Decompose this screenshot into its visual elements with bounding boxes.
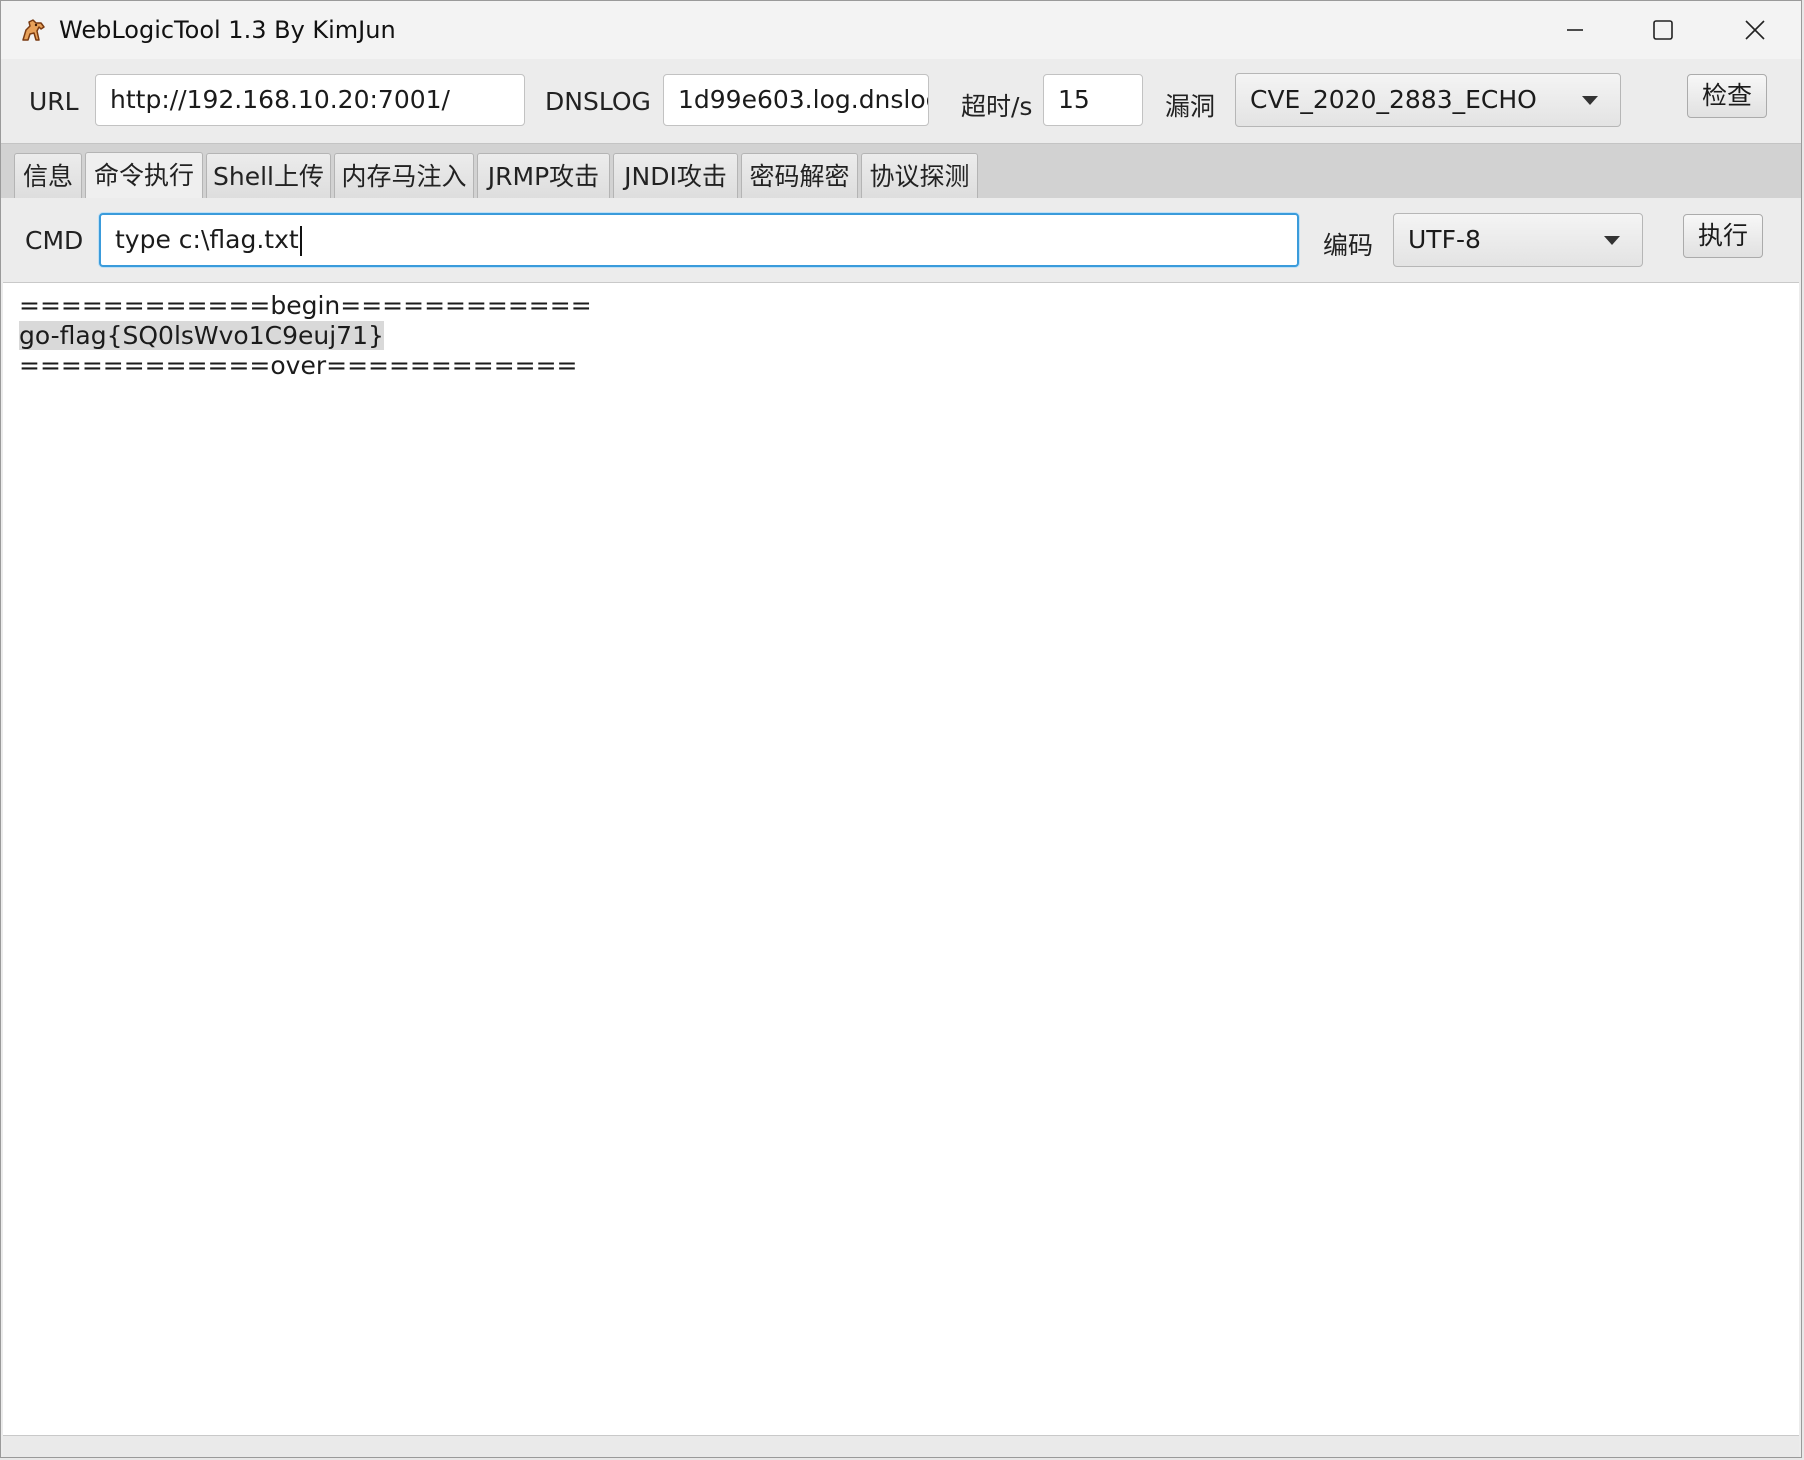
output-line-flag: go-flag{SQ0lsWvo1C9euj71} xyxy=(19,321,384,350)
tab-protocol-probe[interactable]: 协议探测 xyxy=(861,153,978,199)
url-input[interactable]: http://192.168.10.20:7001/ xyxy=(95,74,525,126)
vuln-select[interactable]: CVE_2020_2883_ECHO xyxy=(1235,73,1621,127)
horizontal-scrollbar[interactable] xyxy=(3,1435,1799,1457)
horse-app-icon xyxy=(22,19,45,41)
app-window: WebLogicTool 1.3 By KimJun URL http://19… xyxy=(0,0,1802,1458)
cmd-label: CMD xyxy=(25,226,84,255)
tab-jrmp-attack[interactable]: JRMP攻击 xyxy=(477,153,610,199)
execute-button[interactable]: 执行 xyxy=(1683,214,1763,258)
output-line-over: ============over============ xyxy=(19,351,578,380)
close-button[interactable] xyxy=(1709,1,1801,59)
chevron-down-icon xyxy=(1582,96,1598,105)
target-toolbar: URL http://192.168.10.20:7001/ DNSLOG 1d… xyxy=(1,59,1801,143)
tab-strip: 信息 命令执行 Shell上传 内存马注入 JRMP攻击 JNDI攻击 密码解密… xyxy=(1,143,1801,200)
output-textarea[interactable]: ============begin============ go-flag{SQ… xyxy=(3,282,1799,1436)
cmd-input[interactable]: type c:\flag.txt xyxy=(99,213,1299,267)
close-icon xyxy=(1745,20,1765,40)
url-label: URL xyxy=(29,87,79,116)
tab-info[interactable]: 信息 xyxy=(14,153,82,199)
dnslog-input[interactable]: 1d99e603.log.dnslog xyxy=(663,74,929,126)
maximize-button[interactable] xyxy=(1617,1,1709,59)
timeout-label: 超时/s xyxy=(961,92,1033,121)
dnslog-label: DNSLOG xyxy=(545,87,651,116)
output-line-begin: ============begin============ xyxy=(19,291,592,320)
vuln-label: 漏洞 xyxy=(1165,92,1216,121)
tab-shell-upload[interactable]: Shell上传 xyxy=(206,153,331,199)
minimize-button[interactable] xyxy=(1529,1,1621,59)
encoding-label: 编码 xyxy=(1323,231,1374,260)
tab-jndi-attack[interactable]: JNDI攻击 xyxy=(613,153,738,199)
tab-memshell-inject[interactable]: 内存马注入 xyxy=(334,153,474,199)
window-title: WebLogicTool 1.3 By KimJun xyxy=(59,16,396,44)
text-cursor xyxy=(299,226,302,256)
chevron-down-icon xyxy=(1604,236,1620,245)
check-button[interactable]: 检查 xyxy=(1687,74,1767,118)
minimize-icon xyxy=(1567,29,1583,31)
encoding-select[interactable]: UTF-8 xyxy=(1393,213,1643,267)
tab-command-exec[interactable]: 命令执行 xyxy=(85,152,203,200)
cmd-input-value: type c:\flag.txt xyxy=(115,225,299,254)
tab-password-decrypt[interactable]: 密码解密 xyxy=(741,153,858,199)
command-bar: CMD type c:\flag.txt 编码 UTF-8 执行 xyxy=(1,198,1801,282)
vuln-select-value: CVE_2020_2883_ECHO xyxy=(1250,85,1537,114)
title-bar[interactable]: WebLogicTool 1.3 By KimJun xyxy=(1,1,1801,59)
encoding-select-value: UTF-8 xyxy=(1408,225,1481,254)
maximize-icon xyxy=(1653,20,1673,40)
timeout-input[interactable]: 15 xyxy=(1043,74,1143,126)
